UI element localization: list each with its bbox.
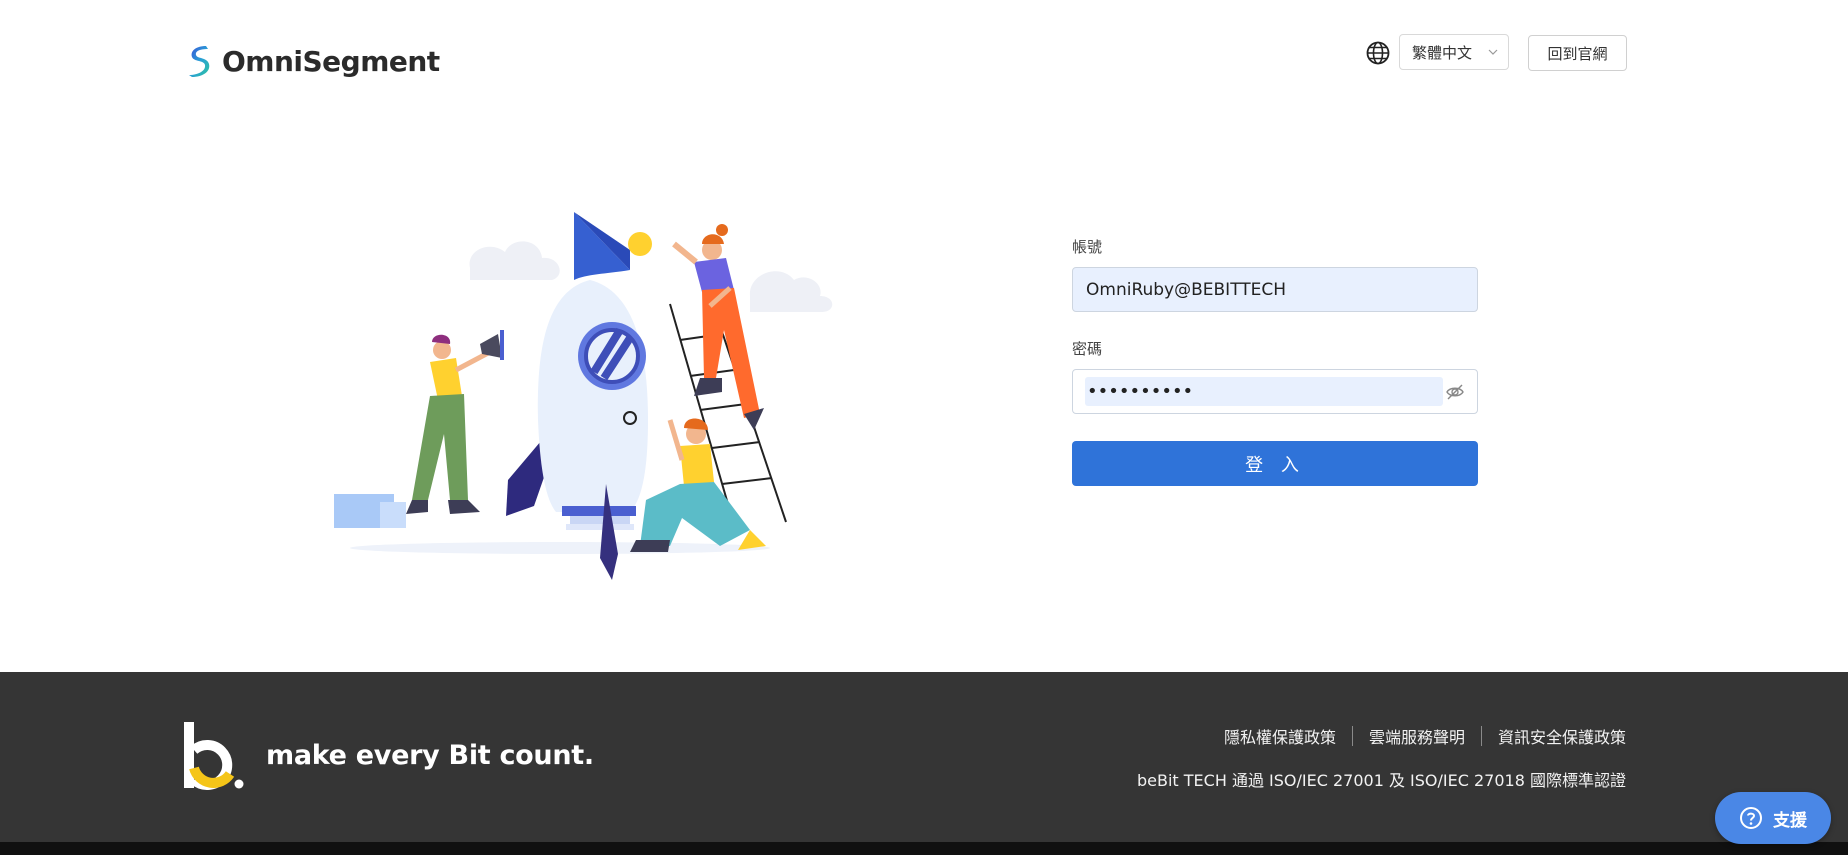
eye-off-icon[interactable] xyxy=(1445,382,1465,402)
login-button[interactable]: 登 入 xyxy=(1072,441,1478,486)
account-label: 帳號 xyxy=(1072,238,1103,256)
privacy-policy-link[interactable]: 隱私權保護政策 xyxy=(1224,724,1336,748)
password-value: •••••••••• xyxy=(1085,377,1443,406)
certification-text: beBit TECH 通過 ISO/IEC 27001 及 ISO/IEC 27… xyxy=(1137,771,1626,790)
back-to-website-button[interactable]: 回到官網 xyxy=(1528,35,1627,71)
password-label: 密碼 xyxy=(1072,340,1103,358)
language-select[interactable]: 繁體中文 xyxy=(1399,34,1509,70)
password-input[interactable]: •••••••••• xyxy=(1072,369,1478,414)
footer-bottom-bar xyxy=(0,842,1848,855)
login-page: { "header": { "brand": "OmniSegment", "l… xyxy=(0,0,1848,855)
support-button[interactable]: 支援 xyxy=(1715,792,1831,844)
account-value: OmniRuby@BEBITTECH xyxy=(1086,279,1287,300)
help-icon xyxy=(1740,807,1762,829)
footer-tagline: make every Bit count. xyxy=(266,740,594,771)
footer-links: 隱私權保護政策 雲端服務聲明 資訊安全保護政策 xyxy=(1224,724,1626,748)
language-value: 繁體中文 xyxy=(1412,43,1473,62)
divider xyxy=(1480,726,1482,746)
bebit-logo-icon[interactable] xyxy=(184,722,244,790)
cloud-service-statement-link[interactable]: 雲端服務聲明 xyxy=(1369,724,1465,748)
brand-name: OmniSegment xyxy=(222,44,440,78)
divider xyxy=(1351,726,1353,746)
chevron-down-icon xyxy=(1488,49,1498,55)
globe-icon[interactable] xyxy=(1365,40,1391,66)
rocket-team-illustration xyxy=(334,212,833,580)
omnisegment-logo-icon xyxy=(189,46,210,77)
support-label: 支援 xyxy=(1773,810,1807,831)
brand-logo[interactable]: OmniSegment xyxy=(186,44,440,78)
security-policy-link[interactable]: 資訊安全保護政策 xyxy=(1498,724,1626,748)
account-input[interactable]: OmniRuby@BEBITTECH xyxy=(1072,267,1478,312)
login-form: 帳號 OmniRuby@BEBITTECH 密碼 •••••••••• 登 入 xyxy=(1072,236,1478,486)
